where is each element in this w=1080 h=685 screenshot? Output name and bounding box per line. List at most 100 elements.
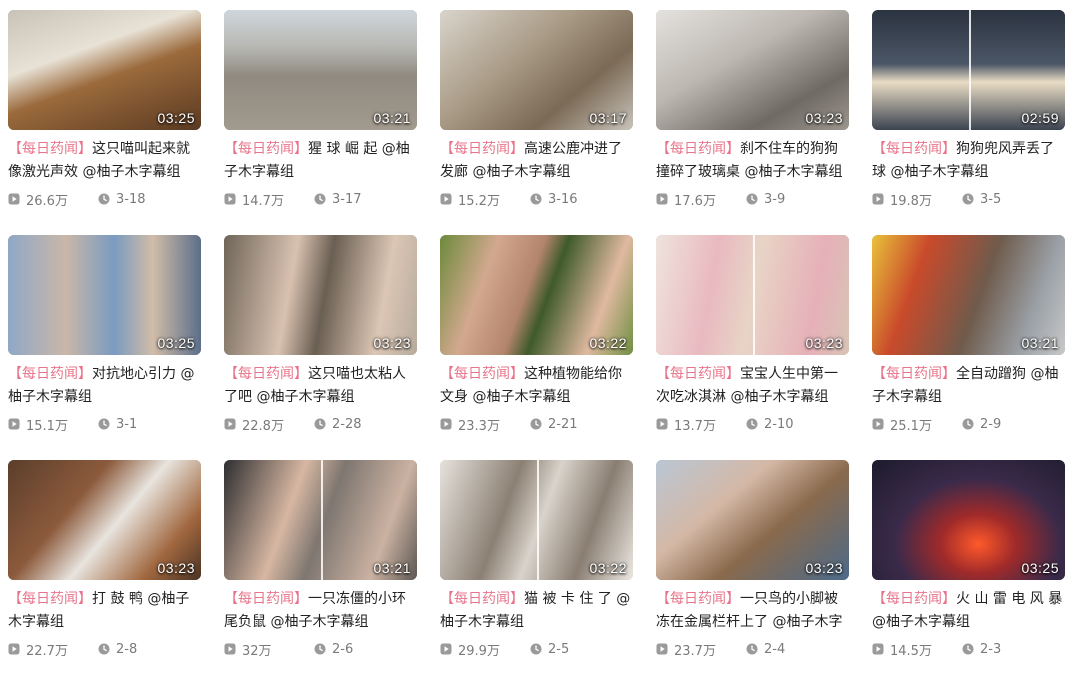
clock-icon	[98, 643, 110, 655]
video-card[interactable]: 03:21 【每日药闻】一只冻僵的小环尾负鼠 @柚子木字幕组 32万 2-6	[224, 460, 417, 685]
series-tag: 【每日药闻】	[224, 591, 308, 607]
video-title[interactable]: 【每日药闻】高速公鹿冲进了发廊 @柚子木字幕组	[440, 138, 633, 184]
play-count-icon	[872, 193, 884, 205]
video-meta: 26.6万 3-18	[8, 189, 201, 209]
video-thumbnail[interactable]: 03:21	[224, 10, 417, 130]
video-meta: 29.9万 2-5	[440, 639, 633, 659]
video-title[interactable]: 【每日药闻】这种植物能给你文身 @柚子木字幕组	[440, 363, 633, 409]
video-title[interactable]: 【每日药闻】刹不住车的狗狗撞碎了玻璃桌 @柚子木字幕组	[656, 138, 849, 184]
video-card[interactable]: 03:23 【每日药闻】这只喵也太粘人了吧 @柚子木字幕组 22.8万 2-28	[224, 235, 417, 460]
upload-date: 2-6	[332, 641, 354, 657]
play-count-icon	[224, 418, 236, 430]
video-card[interactable]: 03:22 【每日药闻】猫 被 卡 住 了 @柚子木字幕组 29.9万 2-5	[440, 460, 633, 685]
video-meta: 14.7万 3-17	[224, 189, 417, 209]
clock-icon	[314, 193, 326, 205]
video-thumbnail[interactable]: 03:23	[656, 10, 849, 130]
video-thumbnail[interactable]: 03:25	[8, 10, 201, 130]
video-duration: 03:21	[373, 110, 411, 126]
series-tag: 【每日药闻】	[656, 141, 740, 157]
view-count: 13.7万	[674, 418, 716, 434]
thumbnail-divider	[536, 460, 539, 580]
view-count: 26.6万	[26, 193, 68, 209]
video-duration: 03:22	[589, 335, 627, 351]
video-meta: 15.2万 3-16	[440, 189, 633, 209]
video-duration: 03:22	[589, 560, 627, 576]
video-thumbnail[interactable]: 03:25	[872, 460, 1065, 580]
video-title[interactable]: 【每日药闻】这只喵也太粘人了吧 @柚子木字幕组	[224, 363, 417, 409]
video-card[interactable]: 03:25 【每日药闻】这只喵叫起来就像激光声效 @柚子木字幕组 26.6万 3…	[8, 10, 201, 235]
series-tag: 【每日药闻】	[224, 366, 308, 382]
video-card[interactable]: 03:23 【每日药闻】刹不住车的狗狗撞碎了玻璃桌 @柚子木字幕组 17.6万 …	[656, 10, 849, 235]
view-count: 15.2万	[458, 193, 500, 209]
play-count-icon	[872, 418, 884, 430]
video-meta: 19.8万 3-5	[872, 189, 1065, 209]
video-thumbnail[interactable]: 03:22	[440, 235, 633, 355]
upload-date: 3-5	[980, 191, 1002, 207]
video-card[interactable]: 03:25 【每日药闻】对抗地心引力 @柚子木字幕组 15.1万 3-1	[8, 235, 201, 460]
upload-date: 2-10	[764, 416, 794, 432]
series-tag: 【每日药闻】	[872, 366, 956, 382]
video-card[interactable]: 03:21 【每日药闻】全自动蹭狗 @柚子木字幕组 25.1万 2-9	[872, 235, 1065, 460]
video-card[interactable]: 03:23 【每日药闻】打 鼓 鸭 @柚子木字幕组 22.7万 2-8	[8, 460, 201, 685]
video-duration: 03:23	[805, 560, 843, 576]
view-count: 25.1万	[890, 418, 932, 434]
upload-date: 2-3	[980, 641, 1002, 657]
video-title[interactable]: 【每日药闻】一只鸟的小脚被冻在金属栏杆上了 @柚子木字幕组	[656, 588, 849, 634]
series-tag: 【每日药闻】	[440, 591, 524, 607]
play-count-icon	[8, 193, 20, 205]
upload-date: 3-16	[548, 191, 578, 207]
video-title[interactable]: 【每日药闻】全自动蹭狗 @柚子木字幕组	[872, 363, 1065, 409]
video-title[interactable]: 【每日药闻】一只冻僵的小环尾负鼠 @柚子木字幕组	[224, 588, 417, 634]
video-thumbnail[interactable]: 03:25	[8, 235, 201, 355]
video-card[interactable]: 03:17 【每日药闻】高速公鹿冲进了发廊 @柚子木字幕组 15.2万 3-16	[440, 10, 633, 235]
view-count: 19.8万	[890, 193, 932, 209]
clock-icon	[530, 193, 542, 205]
video-card[interactable]: 03:22 【每日药闻】这种植物能给你文身 @柚子木字幕组 23.3万 2-21	[440, 235, 633, 460]
video-card[interactable]: 03:21 【每日药闻】猩 球 崛 起 @柚子木字幕组 14.7万 3-17	[224, 10, 417, 235]
video-title[interactable]: 【每日药闻】对抗地心引力 @柚子木字幕组	[8, 363, 201, 409]
view-count: 32万	[242, 643, 272, 659]
thumbnail-divider	[320, 460, 323, 580]
video-card[interactable]: 02:59 【每日药闻】狗狗兜风弄丢了球 @柚子木字幕组 19.8万 3-5	[872, 10, 1065, 235]
play-count-icon	[656, 193, 668, 205]
video-duration: 03:25	[1021, 560, 1059, 576]
video-thumbnail[interactable]: 03:23	[8, 460, 201, 580]
video-duration: 03:23	[805, 335, 843, 351]
upload-date: 2-8	[116, 641, 138, 657]
video-thumbnail[interactable]: 03:17	[440, 10, 633, 130]
upload-date: 3-18	[116, 191, 146, 207]
upload-date: 3-9	[764, 191, 786, 207]
series-tag: 【每日药闻】	[656, 366, 740, 382]
play-count-icon	[8, 418, 20, 430]
video-thumbnail[interactable]: 03:21	[872, 235, 1065, 355]
upload-date: 3-1	[116, 416, 138, 432]
clock-icon	[98, 418, 110, 430]
video-card[interactable]: 03:23 【每日药闻】宝宝人生中第一次吃冰淇淋 @柚子木字幕组 13.7万 2…	[656, 235, 849, 460]
video-thumbnail[interactable]: 03:22	[440, 460, 633, 580]
video-title[interactable]: 【每日药闻】猩 球 崛 起 @柚子木字幕组	[224, 138, 417, 184]
video-title[interactable]: 【每日药闻】打 鼓 鸭 @柚子木字幕组	[8, 588, 201, 634]
video-thumbnail[interactable]: 03:21	[224, 460, 417, 580]
video-meta: 15.1万 3-1	[8, 414, 201, 434]
video-meta: 22.7万 2-8	[8, 639, 201, 659]
view-count: 14.7万	[242, 193, 284, 209]
clock-icon	[746, 193, 758, 205]
video-title[interactable]: 【每日药闻】狗狗兜风弄丢了球 @柚子木字幕组	[872, 138, 1065, 184]
video-thumbnail[interactable]: 03:23	[224, 235, 417, 355]
video-duration: 03:25	[157, 110, 195, 126]
upload-date: 2-9	[980, 416, 1002, 432]
video-thumbnail[interactable]: 03:23	[656, 235, 849, 355]
video-title[interactable]: 【每日药闻】猫 被 卡 住 了 @柚子木字幕组	[440, 588, 633, 634]
video-thumbnail[interactable]: 03:23	[656, 460, 849, 580]
video-card[interactable]: 03:23 【每日药闻】一只鸟的小脚被冻在金属栏杆上了 @柚子木字幕组 23.7…	[656, 460, 849, 685]
video-thumbnail[interactable]: 02:59	[872, 10, 1065, 130]
video-card[interactable]: 03:25 【每日药闻】火 山 雷 电 风 暴 @柚子木字幕组 14.5万 2-…	[872, 460, 1065, 685]
video-title[interactable]: 【每日药闻】这只喵叫起来就像激光声效 @柚子木字幕组	[8, 138, 201, 184]
clock-icon	[962, 643, 974, 655]
upload-date: 3-17	[332, 191, 362, 207]
video-title[interactable]: 【每日药闻】火 山 雷 电 风 暴 @柚子木字幕组	[872, 588, 1065, 634]
video-duration: 03:23	[373, 335, 411, 351]
video-duration: 03:21	[1021, 335, 1059, 351]
play-count-icon	[440, 643, 452, 655]
video-title[interactable]: 【每日药闻】宝宝人生中第一次吃冰淇淋 @柚子木字幕组	[656, 363, 849, 409]
